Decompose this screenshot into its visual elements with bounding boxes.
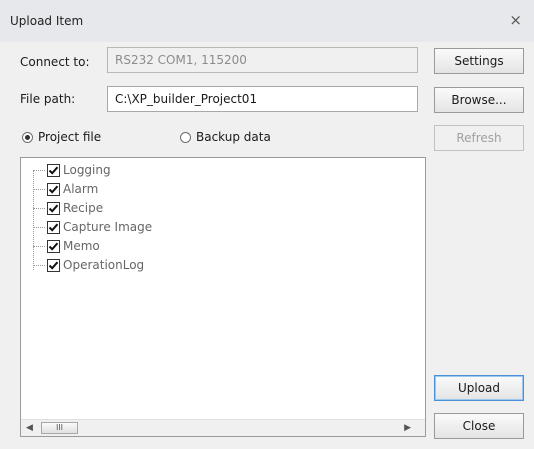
project-file-radio[interactable]: Project file bbox=[22, 130, 101, 144]
tree-branch-line bbox=[33, 169, 45, 171]
title-bar: Upload Item × bbox=[0, 0, 534, 42]
tree-item[interactable]: OperationLog bbox=[33, 257, 144, 273]
tree-item[interactable]: Logging bbox=[33, 162, 111, 178]
tree-branch-line bbox=[33, 207, 45, 209]
tree-branch-line bbox=[33, 226, 45, 228]
checkbox-icon[interactable] bbox=[47, 220, 60, 234]
scroll-right-icon[interactable]: ▶ bbox=[404, 423, 411, 433]
connect-to-field: RS232 COM1, 115200 bbox=[107, 47, 418, 73]
refresh-button[interactable]: Refresh bbox=[434, 125, 524, 151]
tree-item-label: OperationLog bbox=[63, 258, 145, 272]
settings-button[interactable]: Settings bbox=[434, 48, 524, 74]
file-path-field[interactable]: C:\XP_builder_Project01 bbox=[107, 86, 418, 112]
checkbox-icon[interactable] bbox=[47, 201, 60, 215]
horizontal-scrollbar[interactable]: ◀ III ▶ bbox=[21, 419, 425, 436]
file-path-label: File path: bbox=[20, 92, 76, 106]
browse-button[interactable]: Browse... bbox=[434, 87, 524, 113]
checkbox-icon[interactable] bbox=[47, 163, 60, 177]
checkbox-icon[interactable] bbox=[47, 182, 60, 196]
tree-branch-line bbox=[33, 245, 45, 247]
close-button[interactable]: Close bbox=[434, 413, 524, 439]
radio-selected-indicator bbox=[22, 131, 33, 143]
tree-item[interactable]: Alarm bbox=[33, 181, 98, 197]
tree-branch-line bbox=[33, 188, 45, 190]
scroll-left-icon[interactable]: ◀ bbox=[26, 423, 33, 433]
radio-unselected-indicator bbox=[180, 131, 191, 143]
dialog-title: Upload Item bbox=[10, 14, 84, 28]
tree-item[interactable]: Capture Image bbox=[33, 219, 152, 235]
tree-item[interactable]: Memo bbox=[33, 238, 100, 254]
upload-button[interactable]: Upload bbox=[434, 375, 524, 401]
tree-item[interactable]: Recipe bbox=[33, 200, 103, 216]
tree-branch-line bbox=[33, 264, 45, 266]
checkbox-icon[interactable] bbox=[47, 239, 60, 253]
close-icon[interactable]: × bbox=[509, 11, 522, 29]
tree-item-label: Memo bbox=[63, 239, 100, 253]
upload-items-tree[interactable]: Logging Alarm Recipe Capture Image Memo Opera… bbox=[20, 157, 426, 437]
tree-item-label: Recipe bbox=[63, 201, 104, 215]
upload-item-dialog: Upload Item × Connect to: RS232 COM1, 11… bbox=[0, 0, 534, 449]
tree-item-label: Logging bbox=[63, 163, 111, 177]
scroll-thumb[interactable]: III bbox=[41, 422, 78, 434]
checkbox-icon[interactable] bbox=[47, 258, 60, 272]
tree-item-label: Alarm bbox=[63, 182, 99, 196]
backup-data-label: Backup data bbox=[196, 130, 271, 144]
tree-item-label: Capture Image bbox=[63, 220, 153, 234]
backup-data-radio[interactable]: Backup data bbox=[180, 130, 271, 144]
connect-to-label: Connect to: bbox=[20, 55, 90, 69]
project-file-label: Project file bbox=[38, 130, 102, 144]
